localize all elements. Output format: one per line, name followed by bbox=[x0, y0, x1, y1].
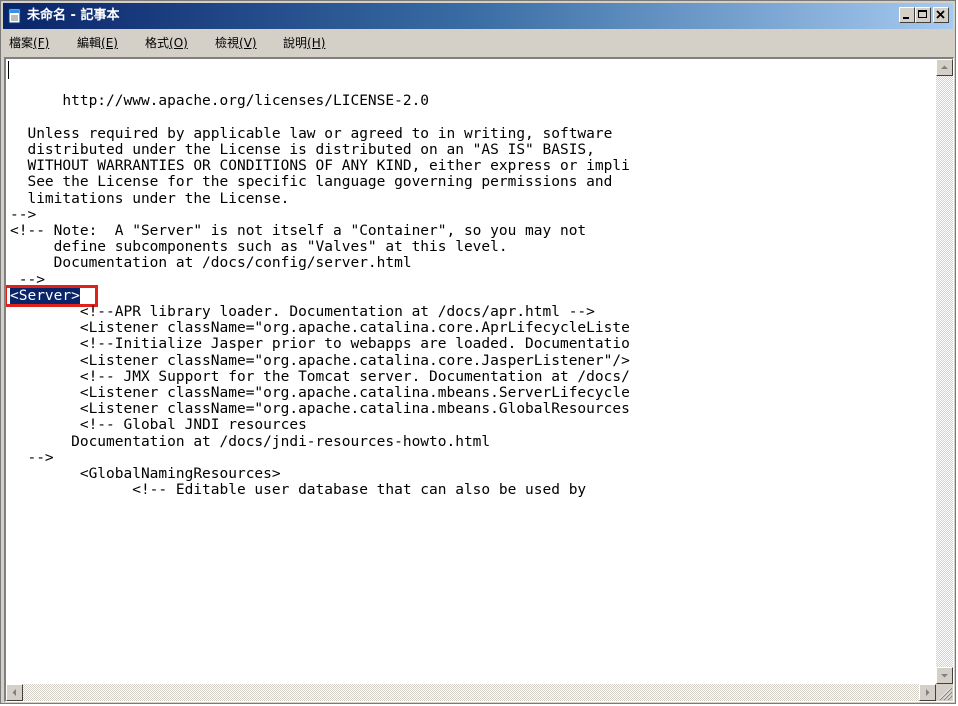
arrow-right-icon bbox=[926, 689, 930, 696]
menu-help-label: 說明 bbox=[283, 36, 308, 50]
notepad-window: 未命名 - 記事本 檔案(F) 編輯(E) 格式(O) 檢視(V) 說明(H) … bbox=[0, 0, 956, 704]
horizontal-scrollbar[interactable] bbox=[6, 684, 936, 701]
arrow-left-icon bbox=[12, 689, 16, 696]
editor-line: <GlobalNamingResources> bbox=[10, 466, 281, 482]
menu-format-accel: (O) bbox=[169, 36, 188, 50]
editor-line: Unless required by applicable law or agr… bbox=[10, 125, 613, 142]
close-button[interactable] bbox=[933, 7, 949, 23]
menu-edit-accel: (E) bbox=[101, 36, 118, 50]
resize-grip-icon bbox=[939, 687, 953, 701]
editor-line: WITHOUT WARRANTIES OR CONDITIONS OF ANY … bbox=[10, 158, 630, 175]
menu-bar: 檔案(F) 編輯(E) 格式(O) 檢視(V) 說明(H) bbox=[3, 31, 953, 55]
editor-line: <!--Initialize Jasper prior to webapps a… bbox=[10, 336, 630, 353]
menu-edit[interactable]: 編輯(E) bbox=[77, 35, 118, 51]
menu-view[interactable]: 檢視(V) bbox=[215, 35, 257, 51]
menu-format-label: 格式 bbox=[145, 36, 170, 50]
editor-line: <!-- JMX Support for the Tomcat server. … bbox=[10, 368, 630, 385]
editor-line: Documentation at /docs/config/server.htm… bbox=[10, 255, 412, 272]
editor-line: --> bbox=[10, 449, 54, 466]
close-icon bbox=[936, 10, 945, 19]
editor-line: <!--APR library loader. Documentation at… bbox=[10, 304, 595, 320]
editor-line: <Listener className="org.apache.catalina… bbox=[10, 320, 630, 337]
editor-line: --> bbox=[10, 206, 37, 223]
editor-line: <Listener className="org.apache.catalina… bbox=[10, 401, 630, 418]
menu-edit-label: 編輯 bbox=[77, 36, 102, 50]
resize-grip[interactable] bbox=[936, 684, 953, 701]
editor-line: Documentation at /docs/jndi-resources-ho… bbox=[10, 433, 491, 450]
text-caret bbox=[8, 61, 9, 79]
window-title: 未命名 - 記事本 bbox=[27, 8, 120, 23]
arrow-up-icon bbox=[941, 65, 948, 69]
vertical-scrollbar[interactable] bbox=[936, 59, 953, 684]
editor-line: http://www.apache.org/licenses/LICENSE-2… bbox=[10, 93, 430, 110]
editor-line: <Listener className="org.apache.catalina… bbox=[10, 352, 630, 369]
menu-view-accel: (V) bbox=[239, 36, 257, 50]
editor-line: See the License for the specific languag… bbox=[10, 174, 613, 191]
editor-line: <Listener className="org.apache.catalina… bbox=[10, 385, 630, 401]
scroll-up-button[interactable] bbox=[936, 59, 953, 76]
menu-file-label: 檔案 bbox=[9, 36, 34, 50]
minimize-button[interactable] bbox=[899, 7, 915, 23]
menu-format[interactable]: 格式(O) bbox=[145, 35, 188, 51]
text-area[interactable]: http://www.apache.org/licenses/LICENSE-2… bbox=[6, 59, 936, 683]
editor-line: <!-- Global JNDI resources bbox=[10, 417, 307, 434]
menu-help[interactable]: 說明(H) bbox=[283, 35, 325, 51]
maximize-icon bbox=[918, 10, 927, 18]
scroll-right-button[interactable] bbox=[919, 684, 936, 701]
text-editor[interactable]: http://www.apache.org/licenses/LICENSE-2… bbox=[4, 57, 954, 702]
editor-line: <!-- Editable user database that can als… bbox=[10, 482, 587, 499]
menu-file[interactable]: 檔案(F) bbox=[9, 35, 49, 51]
title-bar[interactable]: 未命名 - 記事本 bbox=[3, 3, 953, 29]
scroll-down-button[interactable] bbox=[936, 667, 953, 684]
notepad-icon bbox=[8, 8, 21, 24]
editor-line: <!-- Note: A "Server" is not itself a "C… bbox=[10, 223, 587, 239]
editor-line: limitations under the License. bbox=[10, 190, 290, 207]
menu-file-accel: (F) bbox=[33, 36, 50, 50]
arrow-down-icon bbox=[941, 674, 948, 678]
menu-view-label: 檢視 bbox=[215, 36, 240, 50]
editor-line: distributed under the License is distrib… bbox=[10, 142, 595, 158]
menu-help-accel: (H) bbox=[307, 36, 326, 50]
minimize-icon bbox=[903, 17, 909, 19]
editor-line: define subcomponents such as "Valves" at… bbox=[10, 239, 508, 256]
maximize-button[interactable] bbox=[915, 7, 931, 23]
scroll-left-button[interactable] bbox=[6, 684, 23, 701]
